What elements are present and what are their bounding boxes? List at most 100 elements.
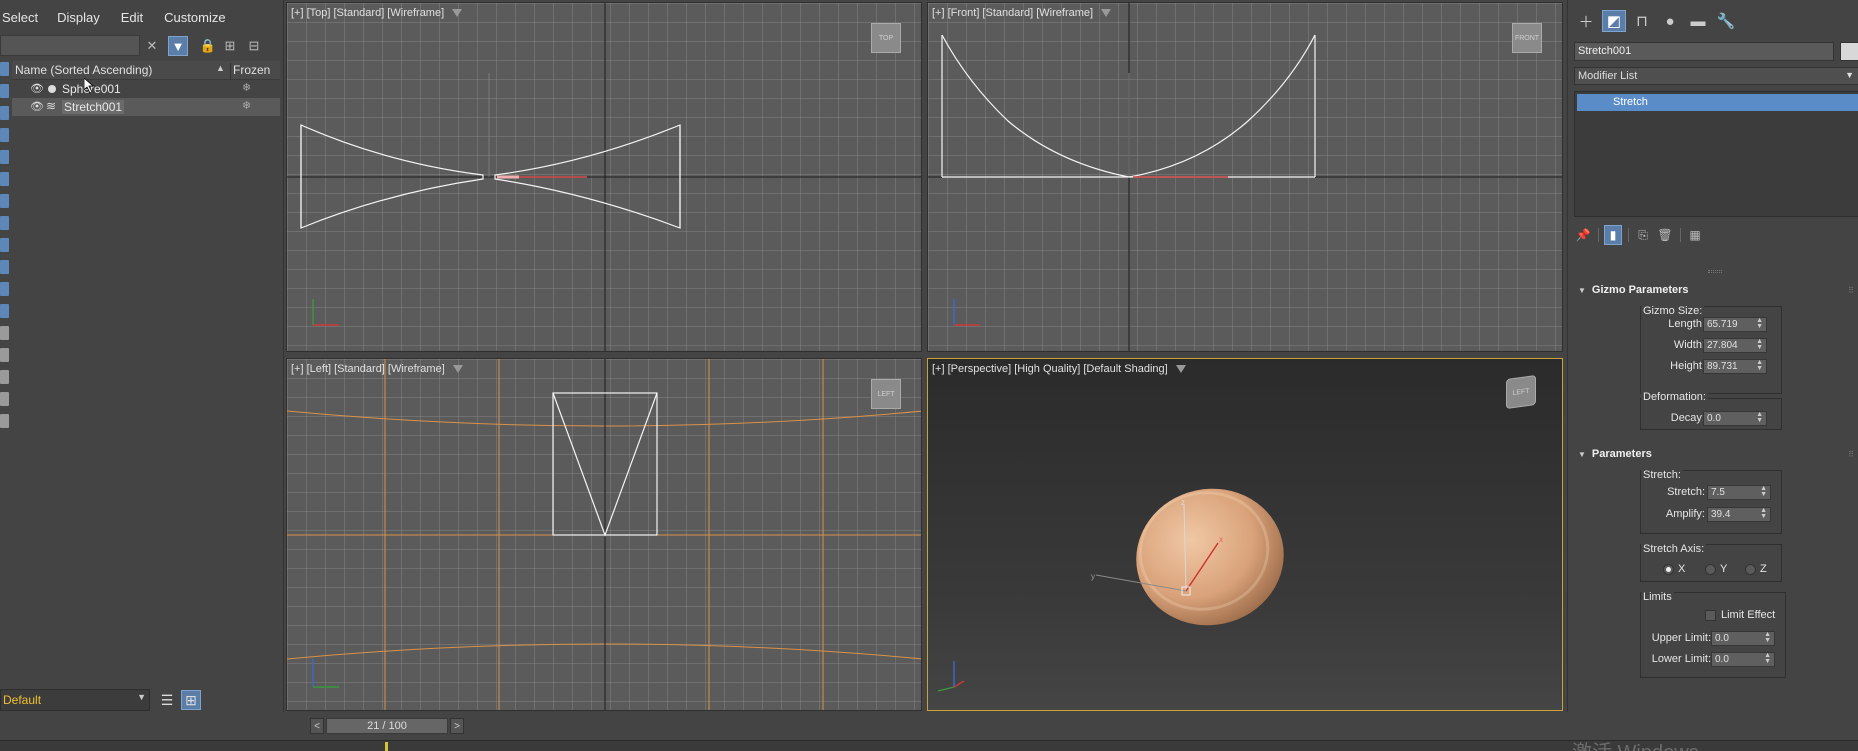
hidden-filter-icon[interactable] bbox=[0, 304, 9, 318]
viewport-top[interactable]: [+] [Top] [Standard] [Wireframe] TOP bbox=[286, 2, 922, 352]
layers-icon[interactable]: ☰ bbox=[157, 690, 177, 710]
viewport-perspective[interactable]: z x y [+] [Perspective] [High Quality] [… bbox=[927, 358, 1563, 711]
freeze-toggle-icon[interactable]: ❄ bbox=[242, 81, 251, 94]
viewport-filter-icon[interactable] bbox=[452, 9, 463, 18]
spinner-arrows-icon[interactable]: ▲ ▼ bbox=[1760, 485, 1767, 498]
decay-spinner[interactable]: 0.0 ▲ ▼ bbox=[1703, 411, 1767, 426]
frame-slider[interactable]: 21 / 100 bbox=[326, 718, 448, 734]
viewport-label[interactable]: [+] [Front] [Standard] [Wireframe] bbox=[932, 7, 1112, 19]
viewcube[interactable]: FRONT bbox=[1512, 23, 1542, 53]
viewport-filter-icon[interactable] bbox=[1101, 9, 1112, 18]
tree-row[interactable]: 👁 Sphere001 ❄ bbox=[12, 80, 280, 98]
object-name-field[interactable]: Stretch001 bbox=[1574, 42, 1834, 61]
object-color-swatch[interactable] bbox=[1840, 42, 1858, 61]
viewcube[interactable]: LEFT bbox=[1506, 374, 1536, 410]
visibility-eye-icon[interactable]: 👁 bbox=[30, 100, 44, 113]
lower-limit-spinner[interactable]: 0.0 ▲ ▼ bbox=[1711, 652, 1775, 667]
hierarchy-tab-icon[interactable]: ⊓ bbox=[1630, 10, 1654, 32]
xref-filter-icon[interactable] bbox=[0, 216, 9, 230]
rollout-parameters[interactable]: ▼ Parameters bbox=[1578, 448, 1652, 460]
shape-filter-icon[interactable] bbox=[0, 84, 9, 98]
viewport-label-text[interactable]: [+] [Left] [Standard] [Wireframe] bbox=[291, 363, 445, 375]
viewcube[interactable]: TOP bbox=[871, 23, 901, 53]
column-frozen[interactable]: Frozen bbox=[230, 63, 270, 80]
axis-z-radio[interactable]: Z bbox=[1745, 563, 1767, 575]
spinner-arrows-icon[interactable]: ▲ ▼ bbox=[1764, 652, 1771, 665]
helper-filter-icon[interactable] bbox=[0, 150, 9, 164]
spinner-arrows-icon[interactable]: ▲ ▼ bbox=[1760, 507, 1767, 520]
camera-filter-icon[interactable] bbox=[0, 128, 9, 142]
display-tab-icon[interactable]: ▬ bbox=[1686, 10, 1710, 32]
menu-select[interactable]: Select bbox=[0, 8, 48, 30]
container-filter-icon[interactable] bbox=[0, 260, 9, 274]
axis-x-radio[interactable]: X bbox=[1663, 563, 1685, 575]
menu-display[interactable]: Display bbox=[54, 8, 110, 30]
modifier-list-dropdown[interactable]: Modifier List ▼ bbox=[1574, 67, 1858, 85]
layer-select[interactable]: Default ▼ bbox=[0, 689, 150, 711]
make-unique-icon[interactable]: ⎘ bbox=[1634, 225, 1652, 245]
show-end-result-icon[interactable]: ▮ bbox=[1604, 225, 1622, 245]
height-spinner[interactable]: 89.731 ▲ ▼ bbox=[1703, 359, 1767, 374]
spacewarp-filter-icon[interactable] bbox=[0, 172, 9, 186]
current-frame-marker[interactable] bbox=[385, 742, 388, 751]
spinner-arrows-icon[interactable]: ▲ ▼ bbox=[1756, 317, 1763, 330]
search-input[interactable] bbox=[0, 35, 140, 56]
menu-customize[interactable]: Customize bbox=[161, 8, 235, 30]
remove-modifier-icon[interactable]: 🗑 bbox=[1656, 225, 1674, 245]
bone-filter-icon[interactable] bbox=[0, 238, 9, 252]
lock-icon[interactable]: 🔒 bbox=[198, 36, 218, 56]
spinner-arrows-icon[interactable]: ▲ ▼ bbox=[1756, 411, 1763, 424]
viewport-label-text[interactable]: [+] [Front] [Standard] [Wireframe] bbox=[932, 7, 1093, 19]
none-filter-icon[interactable] bbox=[0, 348, 9, 362]
motion-tab-icon[interactable]: ● bbox=[1658, 10, 1682, 32]
upper-limit-spinner[interactable]: 0.0 ▲ ▼ bbox=[1711, 631, 1775, 646]
hierarchy-view-icon[interactable]: ⊞ bbox=[181, 690, 201, 710]
viewport-label[interactable]: [+] [Top] [Standard] [Wireframe] bbox=[291, 7, 463, 19]
select-filter-icon[interactable] bbox=[0, 414, 9, 428]
display-filter-icon[interactable] bbox=[0, 392, 9, 406]
tree-row-selected[interactable]: 👁 ≋ Stretch001 ❄ bbox=[12, 98, 280, 116]
viewport-label-text[interactable]: [+] [Perspective] [High Quality] [Defaul… bbox=[932, 363, 1168, 375]
viewport-label[interactable]: [+] [Perspective] [High Quality] [Defaul… bbox=[932, 363, 1186, 375]
viewcube[interactable]: LEFT bbox=[871, 379, 901, 409]
utilities-tab-icon[interactable]: 🔧 bbox=[1714, 10, 1738, 32]
limit-effect-checkbox[interactable]: Limit Effect bbox=[1705, 609, 1775, 621]
light-filter-icon[interactable] bbox=[0, 106, 9, 120]
viewport-front[interactable]: [+] [Front] [Standard] [Wireframe] FRONT bbox=[927, 2, 1563, 352]
viewport-label[interactable]: [+] [Left] [Standard] [Wireframe] bbox=[291, 363, 463, 375]
viewport-left[interactable]: [+] [Left] [Standard] [Wireframe] LEFT bbox=[286, 358, 922, 711]
previous-frame-button[interactable]: < bbox=[310, 718, 324, 734]
width-spinner[interactable]: 27.804 ▲ ▼ bbox=[1703, 338, 1767, 353]
length-spinner[interactable]: 65.719 ▲ ▼ bbox=[1703, 317, 1767, 332]
viewport-filter-icon[interactable] bbox=[1175, 365, 1186, 374]
geometry-filter-icon[interactable] bbox=[0, 62, 9, 76]
next-frame-button[interactable]: > bbox=[450, 718, 464, 734]
modify-tab-icon[interactable]: ◩ bbox=[1602, 10, 1626, 32]
rollout-gizmo-parameters[interactable]: ▼ Gizmo Parameters bbox=[1578, 284, 1689, 296]
stretch-spinner[interactable]: 7.5 ▲ ▼ bbox=[1707, 485, 1771, 500]
hierarchy-icon[interactable]: ⊞ bbox=[220, 36, 240, 56]
spinner-arrows-icon[interactable]: ▲ ▼ bbox=[1764, 631, 1771, 644]
configure-sets-icon[interactable]: ▦ bbox=[1686, 225, 1704, 245]
column-name[interactable]: Name (Sorted Ascending) bbox=[15, 63, 152, 77]
axis-y-radio[interactable]: Y bbox=[1705, 563, 1727, 575]
resize-grip[interactable] bbox=[1708, 270, 1722, 273]
all-filter-icon[interactable] bbox=[0, 326, 9, 340]
filter-icon[interactable]: ▼ bbox=[168, 36, 188, 56]
spinner-arrows-icon[interactable]: ▲ ▼ bbox=[1756, 359, 1763, 372]
menu-edit[interactable]: Edit bbox=[118, 8, 153, 30]
stack-item-stretch[interactable]: Stretch bbox=[1577, 94, 1858, 111]
spinner-arrows-icon[interactable]: ▲ ▼ bbox=[1756, 338, 1763, 351]
layer-tree-icon[interactable]: ⊟ bbox=[244, 36, 264, 56]
amplify-spinner[interactable]: 39.4 ▲ ▼ bbox=[1707, 507, 1771, 522]
freeze-toggle-icon[interactable]: ❄ bbox=[242, 99, 251, 112]
frozen-filter-icon[interactable] bbox=[0, 282, 9, 296]
visibility-eye-icon[interactable]: 👁 bbox=[30, 82, 44, 95]
object-label[interactable]: Stretch001 bbox=[62, 100, 125, 114]
create-tab-icon[interactable]: ＋ bbox=[1574, 10, 1598, 32]
invert-filter-icon[interactable] bbox=[0, 370, 9, 384]
viewport-label-text[interactable]: [+] [Top] [Standard] [Wireframe] bbox=[291, 7, 444, 19]
clear-search-icon[interactable]: ✕ bbox=[142, 36, 162, 56]
group-filter-icon[interactable] bbox=[0, 194, 9, 208]
pin-stack-icon[interactable]: 📌 bbox=[1574, 225, 1592, 245]
